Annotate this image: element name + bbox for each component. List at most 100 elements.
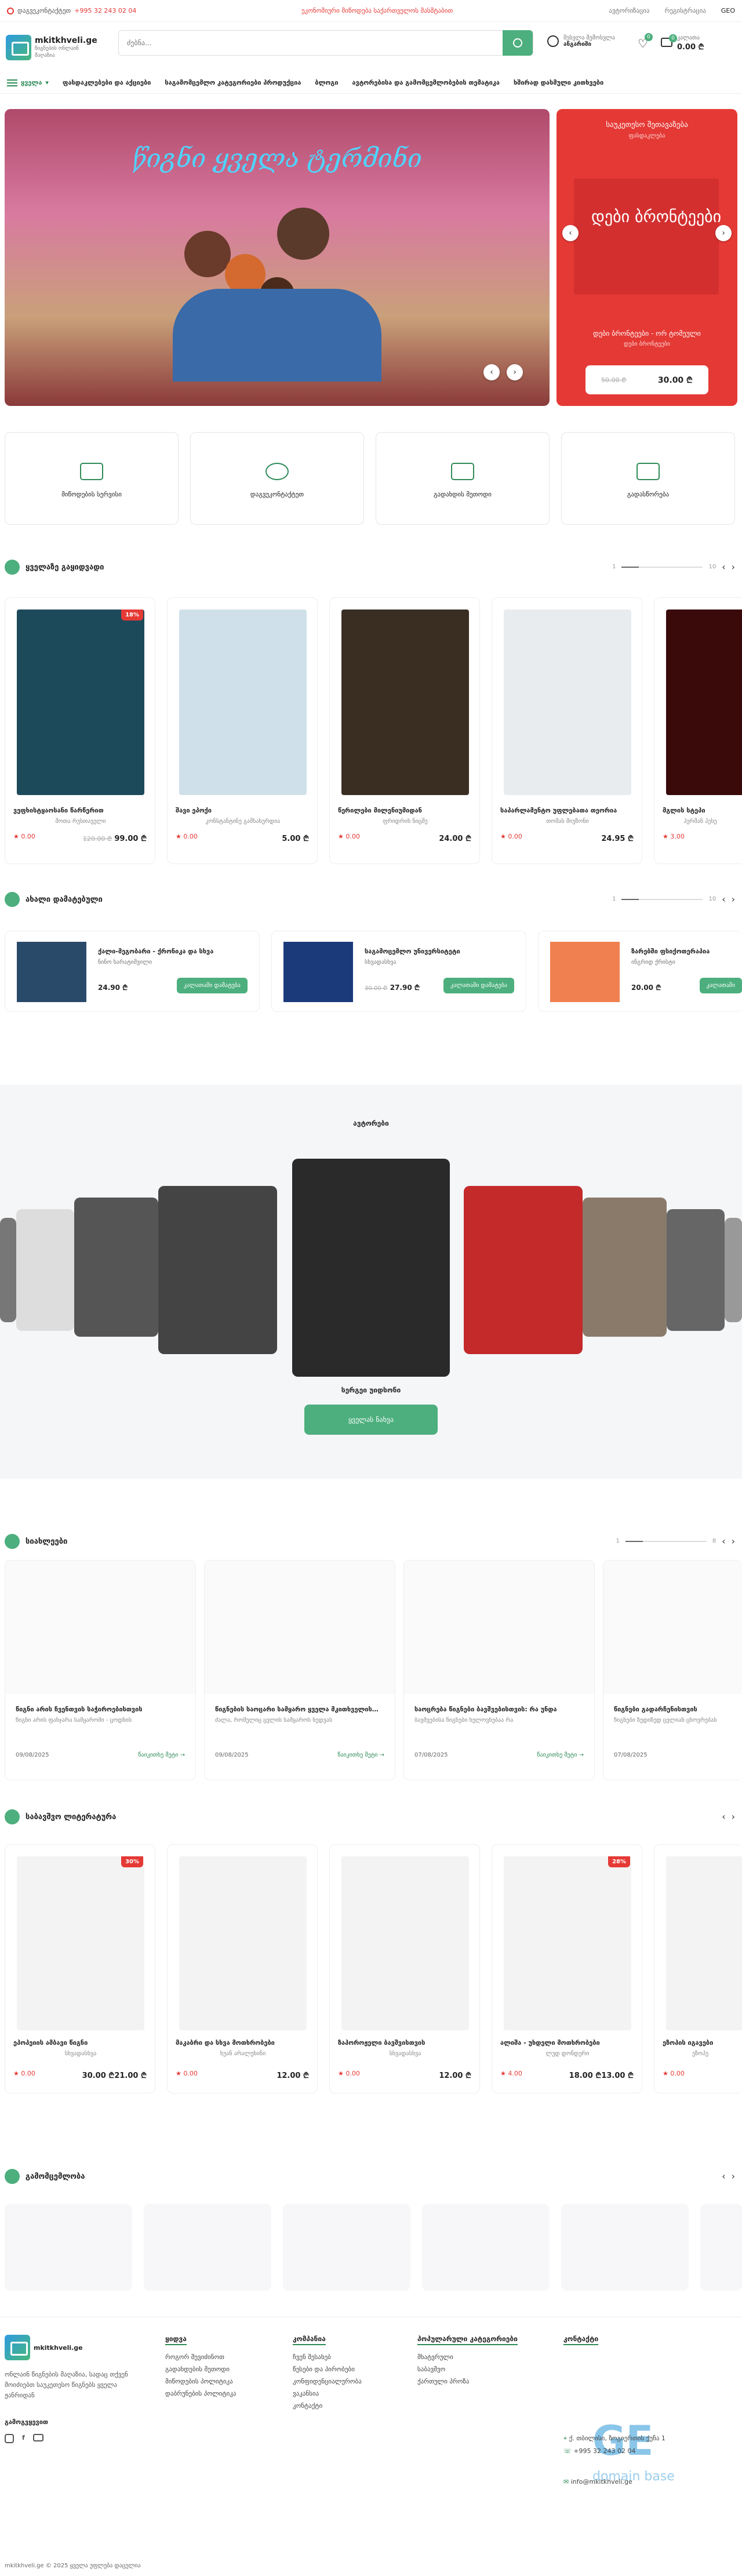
hero-next-button[interactable]: ›: [507, 364, 523, 380]
footer-link[interactable]: ქართული პროზა: [417, 2378, 518, 2385]
footer-link[interactable]: ვაკანსია: [293, 2390, 362, 2397]
product-author: შოთა რუსთაველი: [55, 818, 106, 825]
footer-link[interactable]: წესები და პირობები: [293, 2365, 362, 2373]
product-card[interactable]: მაკაბრი და სხვა მოთხრობები ხუან არალეხინი…: [167, 1844, 318, 2094]
author-photo[interactable]: [583, 1198, 667, 1337]
phone-item[interactable]: ☏ +995 32 243 02 04: [563, 2447, 665, 2455]
feature-returns[interactable]: გადასწორება: [561, 432, 735, 525]
feature-payment[interactable]: გადახდის მეთოდი: [376, 432, 550, 525]
promo-prev-button[interactable]: ‹: [562, 225, 579, 241]
product-card[interactable]: ზაპოროჟელი ბავშვისთვის სხვადასხვა ★ 0.00 12…: [329, 1844, 480, 2094]
language-select[interactable]: GEO: [721, 7, 735, 14]
product-card[interactable]: საპარლამენტო უფლებათა თეორია თომას მიუზონ…: [492, 597, 642, 864]
footer-link[interactable]: კონტაქტი: [293, 2402, 362, 2410]
author-photo[interactable]: [667, 1209, 725, 1331]
promo-message: ეკონომიური მიწოდება საქართველოს მასშტაბი…: [301, 7, 453, 14]
new-product-card[interactable]: საგამოცემლო უნივერსიტეტი სხვადასხვა 30.00 …: [271, 931, 526, 1012]
footer-link[interactable]: მიწოდების პოლიტიკა: [165, 2378, 236, 2385]
add-to-cart-button[interactable]: კალათაში: [699, 978, 742, 993]
prev-arrow-icon[interactable]: ‹: [722, 894, 725, 905]
publisher-logo[interactable]: [283, 2204, 410, 2291]
publisher-logo[interactable]: [561, 2204, 689, 2291]
next-arrow-icon[interactable]: ›: [732, 561, 735, 572]
footer-link[interactable]: მხატვრული: [417, 2353, 518, 2361]
author-photo[interactable]: [725, 1218, 742, 1322]
publisher-logo[interactable]: [5, 2204, 132, 2291]
author-photo[interactable]: [16, 1209, 74, 1331]
blog-card[interactable]: წიგნი არის ჩვენთვის საჭიროებისთვის წიგნი …: [5, 1560, 196, 1780]
nav-item-blog[interactable]: ბლოგი: [315, 79, 338, 86]
nav-item-authors[interactable]: ავტორებისა და გამომცემლობების თემატიკა: [352, 79, 500, 86]
product-card[interactable]: წერილები მილენიუმიდან ფრიდრიხ ნიცშე ★ 0.00…: [329, 597, 480, 864]
footer-col-categories: პოპულარული კატეგორიები მხატვრული საბავშვო ქ…: [417, 2335, 518, 2390]
add-to-cart-button[interactable]: კალათაში დამატება: [177, 978, 248, 993]
email-item[interactable]: ✉ info@mkitkhveli.ge: [563, 2478, 665, 2486]
prev-arrow-icon[interactable]: ‹: [722, 2171, 725, 2182]
product-card[interactable]: შავი ეპოქი კონსტანტინე გამსახურდია ★ 0.00 5…: [167, 597, 318, 864]
author-photo[interactable]: [464, 1186, 583, 1354]
prev-arrow-icon[interactable]: ‹: [722, 1811, 725, 1822]
product-card[interactable]: მგლის სტეპი ჰერმან ჰესე ★ 3.00: [654, 597, 742, 864]
prev-arrow-icon[interactable]: ‹: [722, 561, 725, 572]
youtube-icon[interactable]: [32, 2434, 43, 2441]
blog-card[interactable]: წიგნების საოცარი სამყარო ყველა მკითხველი…: [204, 1560, 395, 1780]
login-link[interactable]: ავტორიზაცია: [609, 7, 649, 14]
product-card[interactable]: 30% ეპოპეიის ამბავი წიგნი სხვადასხვა ★ 0.00…: [5, 1844, 155, 2094]
publisher-logo[interactable]: [422, 2204, 550, 2291]
prev-arrow-icon[interactable]: ‹: [722, 1536, 725, 1547]
promo-next-button[interactable]: ›: [715, 225, 732, 241]
footer-link[interactable]: კონფიდენციალურობა: [293, 2378, 362, 2385]
author-photo[interactable]: [0, 1218, 16, 1322]
add-to-cart-button[interactable]: კალათაში დამატება: [443, 978, 514, 993]
product-author: ინგრიდ ქრისტი: [631, 959, 675, 966]
phone-link[interactable]: +995 32 243 02 04: [74, 7, 136, 14]
promo-panel[interactable]: საუკეთესო შეთავაზება ფასდაკლება დები ბრო…: [556, 109, 737, 406]
search-button[interactable]: [503, 30, 533, 56]
instagram-icon[interactable]: [5, 2434, 14, 2443]
read-more-link[interactable]: წაიკითხე მეტი →: [337, 1752, 384, 1758]
author-photo[interactable]: [158, 1186, 277, 1354]
next-arrow-icon[interactable]: ›: [732, 2171, 735, 2182]
footer-about: mkitkhveli.ge ონლაინ წიგნების მაღაზია, ს…: [5, 2335, 144, 2443]
product-card[interactable]: ეზოპის იგავები ეზოპე ★ 0.00: [654, 1844, 742, 2094]
new-product-card[interactable]: ქალი-მეგობარი - ქრონიკა და სხვა ნინო ხარა…: [5, 931, 260, 1012]
nav-item-faq[interactable]: ხშირად დასმული კითხვები: [514, 79, 603, 86]
search-input[interactable]: [119, 39, 503, 47]
footer-link[interactable]: გადახდების მეთოდი: [165, 2365, 236, 2373]
hero-prev-button[interactable]: ‹: [483, 364, 500, 380]
footer-link[interactable]: ჩვენ შესახებ: [293, 2353, 362, 2361]
cart-label: კალათა: [676, 35, 700, 41]
logo[interactable]: mkitkhveli.ge წიგნების ონლაინ მაღაზია: [6, 35, 99, 60]
next-arrow-icon[interactable]: ›: [732, 1811, 735, 1822]
feature-delivery[interactable]: მიწოდების სერვისი: [5, 432, 179, 525]
blog-card[interactable]: საოცრება წიგნები ბავშვებისთვის: რა უნდა ბ…: [403, 1560, 595, 1780]
publisher-logo[interactable]: [700, 2204, 742, 2291]
footer-link[interactable]: როგორ შევიძინოთ: [165, 2353, 236, 2361]
read-more-link[interactable]: წაიკითხე მეტი →: [138, 1752, 185, 1758]
facebook-icon[interactable]: f: [22, 2434, 25, 2443]
author-photo-featured[interactable]: [292, 1159, 450, 1377]
author-photo[interactable]: [74, 1198, 158, 1337]
wishlist-button[interactable]: ♡ 0: [638, 32, 653, 50]
product-card[interactable]: 28% ალიშა - უხდელი მოთხრობები ლუდ დონდერი ★…: [492, 1844, 642, 2094]
publisher-logo[interactable]: [144, 2204, 271, 2291]
product-card[interactable]: 18% ვეფხისტყაოსანი წარწერით შოთა რუსთაველი…: [5, 597, 155, 864]
section-popular-title: ყველაზე გაყიდვადი: [5, 560, 104, 575]
book-cover: [179, 609, 307, 795]
all-categories-button[interactable]: ყველა ▾: [7, 79, 49, 86]
hero-banner[interactable]: წიგნი ყველა ტერმინი ‹ ›: [5, 109, 550, 406]
nav-item-categories[interactable]: საგამომცემლო კატეგორიები პროდუქცია: [165, 79, 301, 86]
read-more-link[interactable]: წაიკითხე მეტი →: [537, 1752, 584, 1758]
next-arrow-icon[interactable]: ›: [732, 1536, 735, 1547]
cart-button[interactable]: 0 კალათა 0.00 ₾: [660, 34, 704, 52]
account-menu[interactable]: შესვლა შემოსვლა ანგარიში: [547, 35, 615, 48]
nav-item-sale[interactable]: ფასდაკლებები და აქციები: [63, 79, 151, 86]
blog-card[interactable]: წიგნები გადარჩენისთვის წიგნები ზედიზედ ცვ…: [603, 1560, 742, 1780]
view-all-authors-button[interactable]: ყველას ნახვა: [304, 1405, 438, 1435]
next-arrow-icon[interactable]: ›: [732, 894, 735, 905]
footer-link[interactable]: დაბრუნების პოლიტიკა: [165, 2390, 236, 2397]
new-product-card[interactable]: ზარებში ფსიქოთერაპია ინგრიდ ქრისტი 20.00 ₾…: [538, 931, 742, 1012]
feature-contact[interactable]: დაგვეკონტაქტეთ: [190, 432, 364, 525]
footer-link[interactable]: საბავშვო: [417, 2365, 518, 2373]
register-link[interactable]: რეგისტრაცია: [665, 7, 706, 14]
